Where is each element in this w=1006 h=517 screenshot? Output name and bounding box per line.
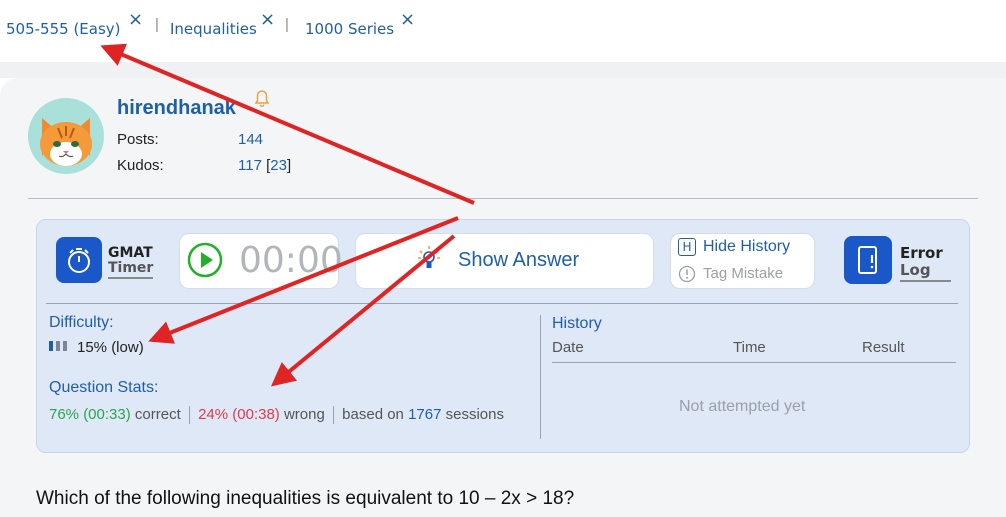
annotation-overlay bbox=[100, 43, 475, 387]
annotation-arrow bbox=[148, 216, 459, 344]
annotation-arrow bbox=[100, 43, 475, 205]
annotation-arrow bbox=[270, 234, 456, 387]
